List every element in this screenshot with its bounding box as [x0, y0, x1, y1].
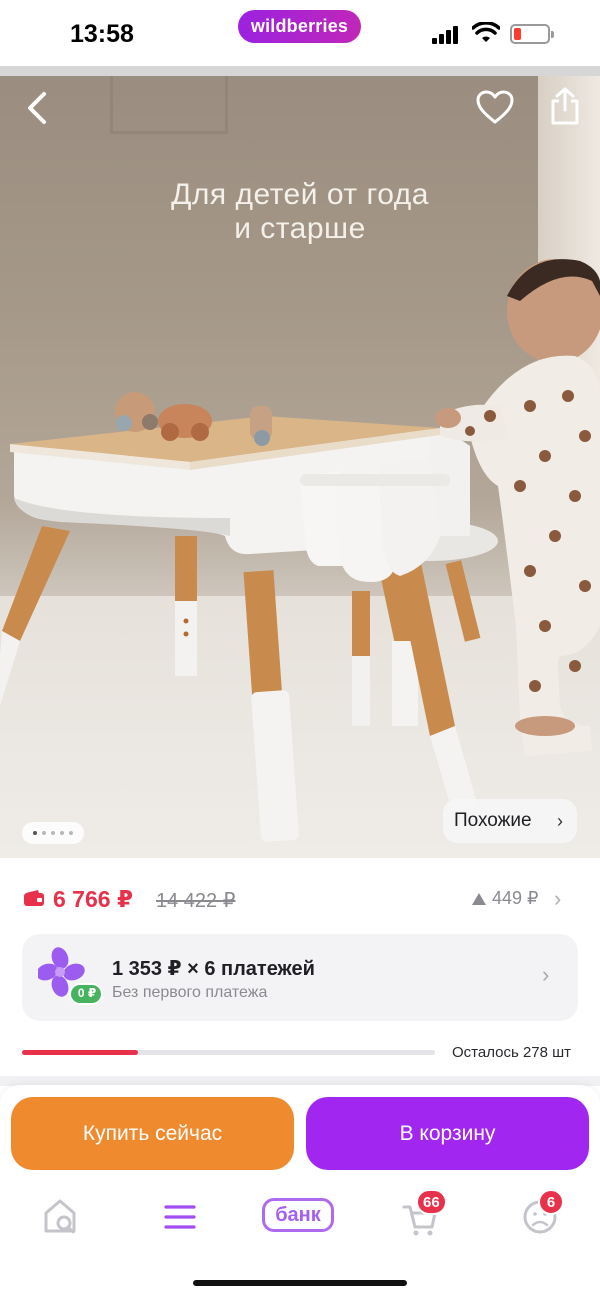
image-pagination: [22, 822, 84, 844]
installment-title: 1 353 ₽ × 6 платежей: [112, 958, 315, 980]
old-price: 14 422 ₽: [156, 890, 236, 912]
home-search-icon[interactable]: [40, 1195, 80, 1239]
image-caption: Для детей от года и старше: [0, 178, 600, 246]
caption-line-2: и старше: [234, 212, 366, 245]
installment-subtitle: Без первого платежа: [112, 984, 268, 1001]
triangle-up-icon: [472, 892, 486, 905]
bottom-action-bar: Купить сейчас В корзину банк 66 6: [0, 1085, 600, 1297]
status-time: 13:58: [70, 20, 134, 48]
current-price: 6 766 ₽: [53, 886, 133, 912]
chevron-right-icon: ›: [542, 962, 550, 987]
basket-count-badge: 66: [416, 1189, 447, 1215]
stock-indicator: Осталось 278 шт: [22, 1040, 578, 1070]
pagination-dot: [60, 831, 64, 835]
pagination-dot: [51, 831, 55, 835]
product-image[interactable]: Для детей от года и старше Похожие ›: [0, 66, 600, 858]
wifi-icon: [472, 22, 500, 42]
add-to-cart-button[interactable]: В корзину: [306, 1097, 589, 1170]
stock-progress-track: [22, 1050, 435, 1055]
pagination-dot: [69, 831, 73, 835]
chevron-right-icon[interactable]: ›: [554, 886, 561, 912]
stock-progress-fill: [22, 1050, 138, 1055]
price-change[interactable]: 449 ₽: [472, 888, 539, 909]
battery-icon: [510, 24, 554, 44]
wildberries-logo: wildberries: [238, 10, 361, 43]
installment-card[interactable]: 0 ₽ 1 353 ₽ × 6 платежей Без первого пла…: [22, 934, 578, 1021]
status-bar: 13:58 wildberries: [0, 0, 600, 66]
pagination-dot: [42, 831, 46, 835]
similar-products-button[interactable]: Похожие ›: [443, 799, 577, 843]
wallet-icon: [24, 890, 44, 906]
stock-label: Осталось 278 шт: [452, 1044, 572, 1061]
pagination-dot-active: [33, 831, 37, 835]
price-row: 6 766 ₽ 14 422 ₽ 449 ₽ ›: [0, 868, 600, 928]
buy-now-button[interactable]: Купить сейчас: [11, 1097, 294, 1170]
similar-label: Похожие: [454, 810, 532, 831]
home-indicator: [193, 1280, 407, 1286]
signal-icon: [432, 26, 462, 44]
caption-line-1: Для детей от года: [171, 178, 429, 211]
back-arrow-icon[interactable]: [22, 88, 52, 128]
bank-tab[interactable]: банк: [262, 1195, 338, 1239]
zero-badge: 0 ₽: [77, 986, 97, 1000]
share-icon[interactable]: [548, 86, 582, 126]
price-change-value: 449 ₽: [492, 888, 539, 908]
profile-notification-badge: 6: [538, 1189, 564, 1215]
chevron-right-icon: ›: [557, 811, 563, 831]
menu-icon[interactable]: [162, 1195, 198, 1239]
heart-icon[interactable]: [476, 90, 514, 126]
bank-icon: банк: [262, 1198, 334, 1232]
